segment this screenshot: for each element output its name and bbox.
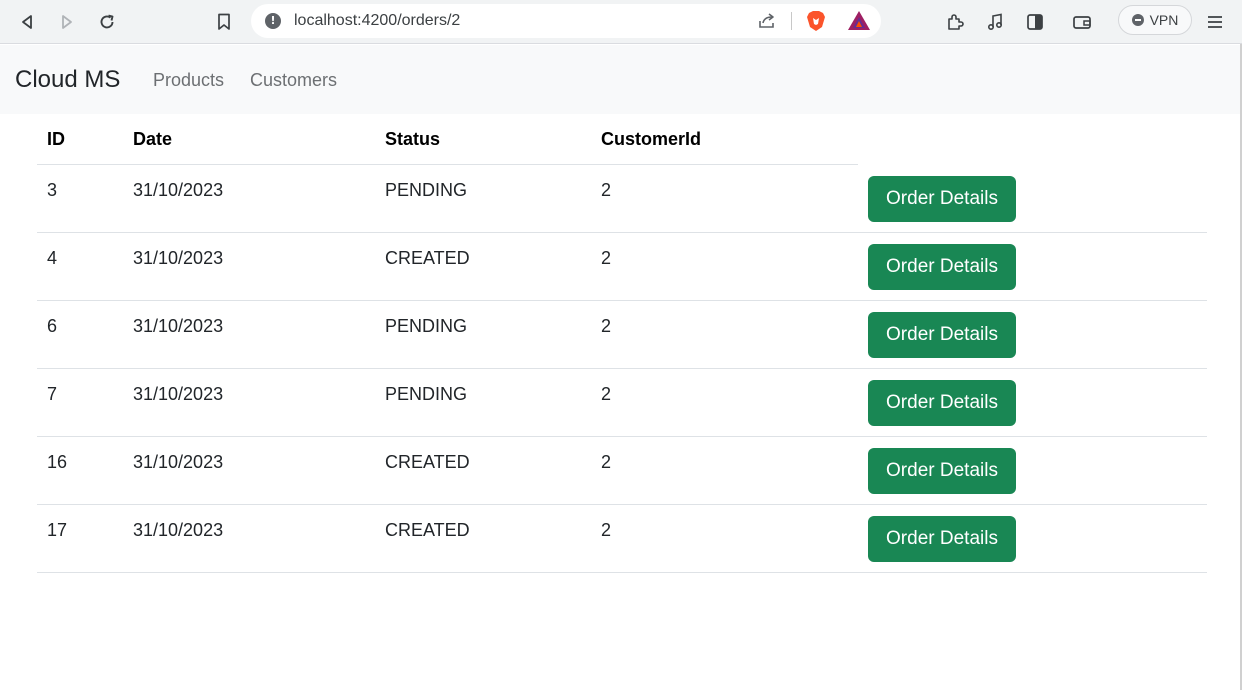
table-row: 7 31/10/2023 PENDING 2 Order Details	[37, 369, 1207, 437]
orders-table: ID Date Status CustomerId 3 31/10/2023 P…	[37, 115, 1207, 573]
cell-customer-id: 2	[601, 452, 612, 472]
table-row: 4 31/10/2023 CREATED 2 Order Details	[37, 233, 1207, 301]
table-row: 17 31/10/2023 CREATED 2 Order Details	[37, 505, 1207, 573]
cell-id: 6	[47, 316, 58, 336]
menu-icon[interactable]	[1201, 8, 1229, 36]
cell-id: 7	[47, 384, 58, 404]
order-details-button[interactable]: Order Details	[868, 312, 1016, 358]
header-date: Date	[133, 129, 173, 149]
address-bar[interactable]: ! localhost:4200/orders/2	[251, 4, 881, 38]
table-row: 3 31/10/2023 PENDING 2 Order Details	[37, 165, 1207, 233]
cell-status: CREATED	[385, 452, 470, 472]
vpn-label: VPN	[1149, 12, 1179, 28]
order-details-button[interactable]: Order Details	[868, 176, 1016, 222]
cell-customer-id: 2	[601, 248, 612, 268]
cell-id: 17	[47, 520, 68, 540]
vpn-status-icon	[1131, 14, 1144, 26]
cell-date: 31/10/2023	[133, 248, 224, 268]
cell-id: 16	[47, 452, 68, 472]
cell-date: 31/10/2023	[133, 180, 224, 200]
wallet-icon[interactable]	[1068, 8, 1096, 36]
order-details-button[interactable]: Order Details	[868, 380, 1016, 426]
header-id: ID	[47, 129, 65, 149]
cell-status: CREATED	[385, 248, 470, 268]
back-icon[interactable]	[13, 8, 41, 36]
order-details-button[interactable]: Order Details	[868, 516, 1016, 562]
order-details-button[interactable]: Order Details	[868, 244, 1016, 290]
cell-status: PENDING	[385, 384, 468, 404]
cell-id: 4	[47, 248, 58, 268]
header-status: Status	[385, 129, 441, 149]
nav-link-products[interactable]: Products	[153, 70, 224, 91]
cell-customer-id: 2	[601, 384, 612, 404]
cell-date: 31/10/2023	[133, 520, 224, 540]
cell-customer-id: 2	[601, 180, 612, 200]
divider	[791, 12, 792, 30]
cell-status: CREATED	[385, 520, 470, 540]
brand-link[interactable]: Cloud MS	[15, 66, 120, 94]
cell-status: PENDING	[385, 316, 468, 336]
reload-icon[interactable]	[93, 8, 121, 36]
table-row: 16 31/10/2023 CREATED 2 Order Details	[37, 437, 1207, 505]
order-details-button[interactable]: Order Details	[868, 448, 1016, 494]
cell-date: 31/10/2023	[133, 384, 224, 404]
cell-date: 31/10/2023	[133, 452, 224, 472]
brave-shields-icon[interactable]	[805, 10, 827, 37]
forward-icon[interactable]	[53, 8, 81, 36]
sidebar-icon[interactable]	[1021, 8, 1049, 36]
cell-status: PENDING	[385, 180, 468, 200]
media-icon[interactable]	[981, 8, 1009, 36]
cell-id: 3	[47, 180, 58, 200]
cell-date: 31/10/2023	[133, 316, 224, 336]
header-customer-id: CustomerId	[601, 129, 702, 149]
app-navbar: Cloud MS Products Customers	[0, 45, 1242, 114]
extensions-icon[interactable]	[941, 8, 969, 36]
share-icon[interactable]	[757, 11, 777, 36]
brave-rewards-icon[interactable]	[847, 10, 871, 37]
table-row: 6 31/10/2023 PENDING 2 Order Details	[37, 301, 1207, 369]
cell-customer-id: 2	[601, 316, 612, 336]
bookmark-icon[interactable]	[210, 8, 238, 36]
site-info-icon[interactable]: !	[265, 13, 281, 29]
cell-customer-id: 2	[601, 520, 612, 540]
table-header: ID Date Status CustomerId	[37, 115, 1207, 165]
browser-toolbar: ! localhost:4200/orders/2 VPN	[0, 0, 1242, 44]
vpn-button[interactable]: VPN	[1118, 5, 1192, 35]
url-text[interactable]: localhost:4200/orders/2	[294, 12, 460, 30]
nav-link-customers[interactable]: Customers	[250, 70, 337, 91]
